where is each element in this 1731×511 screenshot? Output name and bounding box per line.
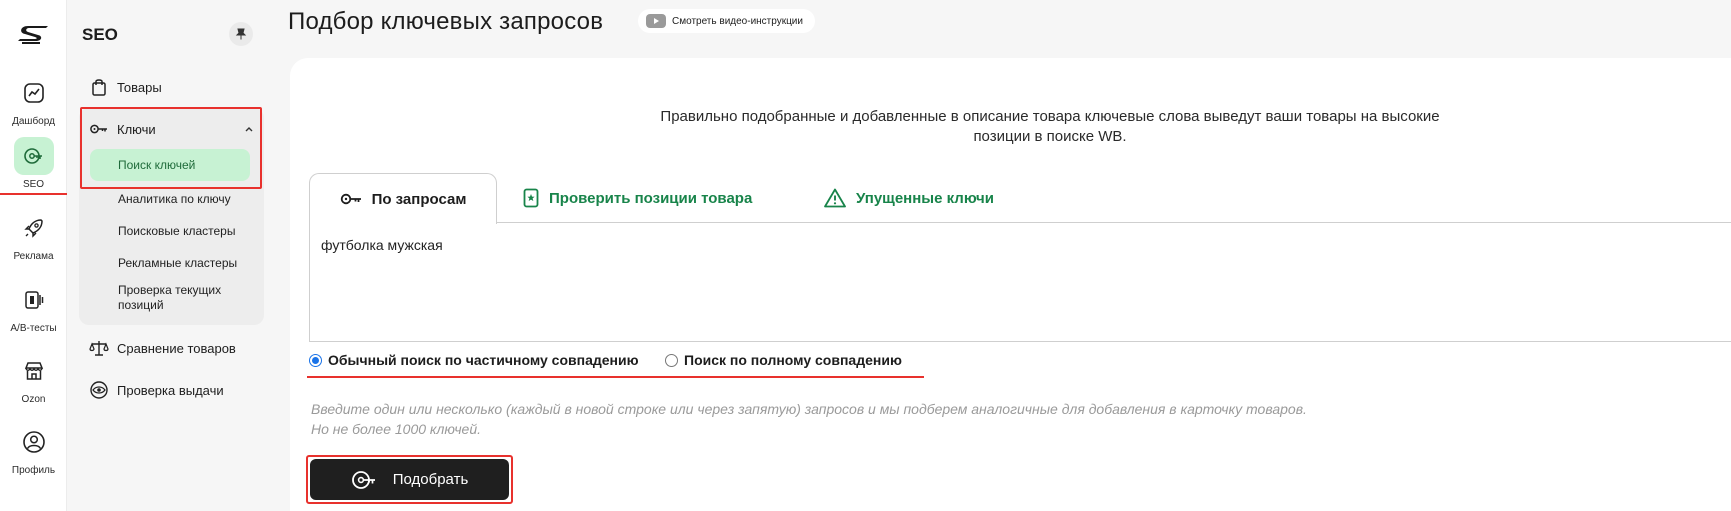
radio-button[interactable] <box>309 353 322 367</box>
rail-label: Реклама <box>13 251 54 262</box>
tab-label: Упущенные ключи <box>856 189 994 207</box>
rail-item-dashboard[interactable]: Дашборд <box>0 74 67 127</box>
sidebar-item-compare-products[interactable]: Сравнение товаров <box>89 338 236 358</box>
radio-full-match[interactable]: Поиск по полному совпадению <box>665 352 902 368</box>
rail-item-ozon[interactable]: Ozon <box>0 352 67 405</box>
icon-rail: Дашборд SEO Реклама A/B-тесты Ozon Профи… <box>0 0 70 511</box>
hint-line: Но не более 1000 ключей. <box>311 421 482 437</box>
tab-by-queries[interactable]: По запросам <box>309 173 497 224</box>
rail-item-profile[interactable]: Профиль <box>0 423 67 476</box>
page-title: Подбор ключевых запросов <box>288 8 604 35</box>
ab-test-icon <box>14 281 54 319</box>
sidebar-item-label: Товары <box>117 79 162 95</box>
key-icon <box>340 193 361 205</box>
active-underline <box>0 193 70 195</box>
seo-sidebar: SEO Товары Ключи Поиск ключей Аналитика … <box>67 0 269 511</box>
query-input[interactable]: футболка мужская <box>309 222 1731 342</box>
radio-partial-match[interactable]: Обычный поиск по частичному совпадению <box>309 352 639 368</box>
hint-line: Введите один или несколько (каждый в нов… <box>311 401 1307 417</box>
key-search-icon <box>13 137 54 175</box>
chart-icon <box>14 74 54 112</box>
rail-label: Ozon <box>21 394 46 405</box>
rail-item-ab-tests[interactable]: A/B-тесты <box>0 281 67 334</box>
radio-label: Поиск по полному совпадению <box>684 352 902 368</box>
tab-label: Проверить позиции товара <box>549 189 753 207</box>
rail-label: Профиль <box>11 465 56 476</box>
tab-missed-keys[interactable]: Упущенные ключи <box>824 173 994 223</box>
highlight-underline <box>307 376 924 378</box>
rail-item-seo[interactable]: SEO <box>0 137 67 190</box>
key-search-icon <box>351 470 375 489</box>
user-icon <box>14 423 54 461</box>
sidebar-title: SEO <box>82 25 118 44</box>
tab-label: По запросам <box>371 190 467 208</box>
rail-label: SEO <box>22 179 45 190</box>
eye-icon <box>90 381 108 399</box>
sidebar-item-check-positions[interactable]: Проверка текущих позиций <box>118 283 238 313</box>
sidebar-item-key-analytics[interactable]: Аналитика по ключу <box>118 192 231 207</box>
bag-icon <box>92 79 106 96</box>
video-instructions-button[interactable]: Смотреть видео-инструкции <box>638 9 815 33</box>
tab-check-positions[interactable]: Проверить позиции товара <box>523 173 752 223</box>
sidebar-item-check-results[interactable]: Проверка выдачи <box>89 380 224 400</box>
sidebar-item-search-clusters[interactable]: Поисковые кластеры <box>118 224 235 239</box>
video-button-label: Смотреть видео-инструкции <box>672 15 803 27</box>
pin-button[interactable] <box>229 22 253 46</box>
store-icon <box>14 352 54 390</box>
hint-text: Введите один или несколько (каждый в нов… <box>311 399 1307 439</box>
rail-label: Дашборд <box>12 116 55 127</box>
submit-button[interactable]: Подобрать <box>310 459 509 500</box>
radio-button[interactable] <box>665 353 678 367</box>
pin-icon <box>235 28 247 40</box>
rail-item-ads[interactable]: Реклама <box>0 209 67 262</box>
rocket-icon <box>14 209 54 247</box>
logo-icon <box>18 26 48 44</box>
intro-text: Правильно подобранные и добавленные в оп… <box>660 108 1440 145</box>
rail-label: A/B-тесты <box>10 323 57 334</box>
radio-label: Обычный поиск по частичному совпадению <box>328 352 639 368</box>
phone-star-icon <box>523 188 539 208</box>
warning-icon <box>824 188 846 208</box>
sidebar-item-label: Проверка выдачи <box>117 382 224 398</box>
submit-label: Подобрать <box>392 471 469 488</box>
sidebar-item-label: Сравнение товаров <box>117 340 236 356</box>
sidebar-item-ad-clusters[interactable]: Рекламные кластеры <box>118 256 237 271</box>
highlight-box <box>80 107 262 189</box>
video-play-icon <box>646 14 666 28</box>
sidebar-item-products[interactable]: Товары <box>89 77 162 97</box>
scales-icon <box>89 341 109 356</box>
